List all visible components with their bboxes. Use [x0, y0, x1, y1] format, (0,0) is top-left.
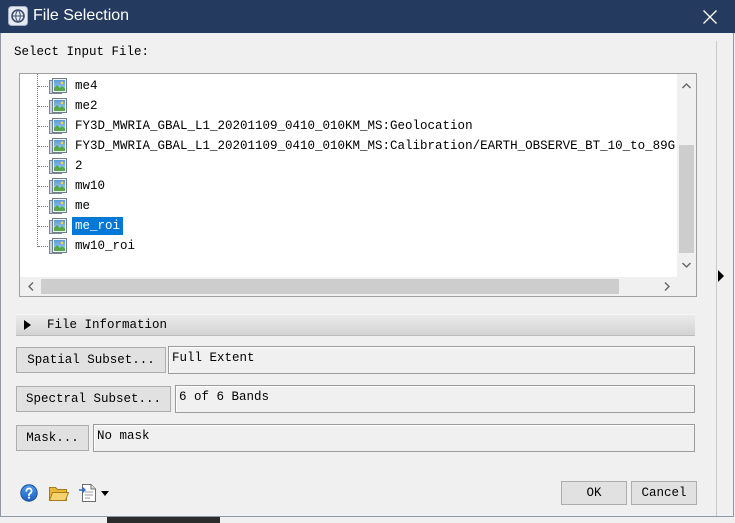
image-file-icon — [49, 137, 67, 155]
tree-item-label[interactable]: FY3D_MWRIA_GBAL_L1_20201109_0410_010KM_M… — [72, 137, 677, 155]
chevron-down-icon — [101, 491, 109, 496]
scrollbar-corner — [677, 277, 696, 296]
tree-item[interactable]: me4 — [20, 76, 677, 96]
tree-item-label[interactable]: me4 — [72, 77, 101, 95]
tree-connector-stub — [38, 246, 48, 247]
background-window-edge — [107, 517, 220, 523]
side-panel-expander[interactable] — [716, 41, 724, 516]
spectral-subset-button[interactable]: Spectral Subset... — [16, 386, 171, 412]
mask-button[interactable]: Mask... — [16, 425, 89, 451]
close-button[interactable] — [695, 2, 725, 31]
image-file-icon — [49, 197, 67, 215]
mask-value: No mask — [93, 424, 695, 452]
tree-item-label[interactable]: mw10_roi — [72, 237, 138, 255]
image-file-icon — [49, 177, 67, 195]
tree-item[interactable]: me — [20, 196, 677, 216]
horizontal-scroll-thumb[interactable] — [41, 279, 620, 294]
ok-button[interactable]: OK — [561, 481, 627, 505]
tree-item-label[interactable]: me2 — [72, 97, 101, 115]
options-menu-icon — [79, 484, 96, 502]
tree-item-selected[interactable]: me_roi — [20, 216, 677, 236]
scroll-left-button[interactable] — [20, 277, 41, 296]
tree-item-label[interactable]: 2 — [72, 157, 86, 175]
spatial-subset-button[interactable]: Spatial Subset... — [16, 347, 166, 373]
close-icon — [703, 9, 717, 24]
open-folder-icon[interactable] — [48, 484, 70, 502]
file-information-label: File Information — [47, 318, 168, 332]
triangle-right-icon — [718, 270, 724, 282]
tree-item-list: me4 me2 FY3D_MWRIA_GBAL_L1_20201109_0410… — [20, 76, 677, 256]
tree-item[interactable]: me2 — [20, 96, 677, 116]
tree-item[interactable]: FY3D_MWRIA_GBAL_L1_20201109_0410_010KM_M… — [20, 136, 677, 156]
horizontal-scrollbar[interactable] — [20, 277, 677, 296]
vertical-scrollbar[interactable] — [677, 74, 696, 277]
tree-connector-stub — [38, 206, 48, 207]
file-tree[interactable]: me4 me2 FY3D_MWRIA_GBAL_L1_20201109_0410… — [19, 73, 697, 297]
image-file-icon — [49, 97, 67, 115]
tree-connector-stub — [38, 186, 48, 187]
image-file-icon — [49, 237, 67, 255]
select-input-label: Select Input File: — [14, 45, 150, 59]
spatial-subset-value: Full Extent — [168, 346, 695, 374]
chevron-up-icon — [682, 83, 691, 89]
image-file-icon — [49, 77, 67, 95]
tree-connector-stub — [38, 146, 48, 147]
image-file-icon — [49, 117, 67, 135]
scroll-right-button[interactable] — [656, 277, 677, 296]
tree-item-label[interactable]: mw10 — [72, 177, 108, 195]
tree-item-label[interactable]: me_roi — [72, 217, 124, 235]
tree-item[interactable]: mw10 — [20, 176, 677, 196]
tree-connector-stub — [38, 126, 48, 127]
tree-connector-stub — [38, 106, 48, 107]
chevron-left-icon — [27, 282, 33, 291]
cancel-button[interactable]: Cancel — [631, 481, 697, 505]
help-icon[interactable] — [20, 484, 38, 502]
chevron-down-icon — [682, 262, 691, 268]
vertical-scroll-thumb[interactable] — [679, 144, 694, 253]
tree-connector-stub — [38, 226, 48, 227]
window-frame-left — [0, 33, 1, 517]
options-menu-button[interactable] — [78, 482, 109, 504]
spectral-subset-value: 6 of 6 Bands — [175, 385, 695, 413]
tree-item[interactable]: 2 — [20, 156, 677, 176]
chevron-right-icon — [664, 282, 670, 291]
tree-connector-stub — [38, 166, 48, 167]
tree-item-label[interactable]: FY3D_MWRIA_GBAL_L1_20201109_0410_010KM_M… — [72, 117, 476, 135]
file-information-toggle[interactable]: File Information — [16, 314, 695, 336]
file-tree-content: me4 me2 FY3D_MWRIA_GBAL_L1_20201109_0410… — [20, 74, 677, 277]
title-bar[interactable]: File Selection — [0, 0, 735, 33]
tree-item[interactable]: mw10_roi — [20, 236, 677, 256]
app-icon — [8, 6, 28, 26]
scroll-down-button[interactable] — [677, 253, 696, 277]
image-file-icon — [49, 157, 67, 175]
window-frame-right — [733, 33, 734, 517]
tree-item[interactable]: FY3D_MWRIA_GBAL_L1_20201109_0410_010KM_M… — [20, 116, 677, 136]
triangle-right-icon — [24, 320, 31, 330]
tree-connector-stub — [38, 86, 48, 87]
scroll-up-button[interactable] — [677, 74, 696, 98]
tree-item-label[interactable]: me — [72, 197, 93, 215]
image-file-icon — [49, 217, 67, 235]
window-title: File Selection — [33, 7, 130, 24]
